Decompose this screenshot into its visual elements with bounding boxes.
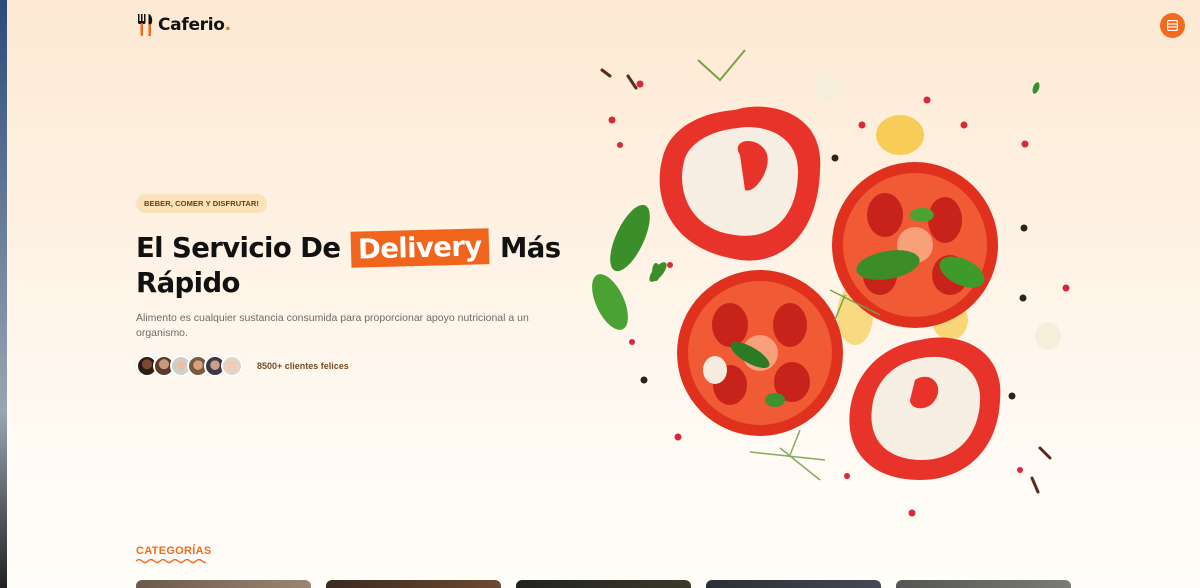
heading-underline-wave [136,558,206,564]
category-card[interactable] [326,580,501,588]
title-line2: Rápido [136,267,240,299]
menu-icon [1167,20,1178,31]
browser-edge [0,0,7,588]
clients-count: 8500+ clientes felices [257,361,349,371]
logo-text: Caferio. [158,15,231,35]
hero-section: BEBER, COMER Y DISFRUTAR! El Servicio De… [136,193,576,377]
category-card[interactable] [706,580,881,588]
category-card[interactable] [136,580,311,588]
fork-knife-icon [136,12,155,38]
avatar [221,355,243,377]
categories-heading: CATEGORÍAS [136,545,212,557]
hero-title: El Servicio De Delivery Más Rápido [136,228,576,300]
hero-description: Alimento es cualquier sustancia consumid… [136,312,529,339]
title-highlight: Delivery [350,228,490,268]
avatar-group [136,355,243,377]
title-text-2: Más [500,232,561,264]
happy-clients: 8500+ clientes felices [136,355,576,377]
hero-badge: BEBER, COMER Y DISFRUTAR! [136,194,268,213]
category-card[interactable] [516,580,691,588]
menu-button[interactable] [1160,13,1185,38]
category-card[interactable] [896,580,1071,588]
hero-food-image [580,40,1100,530]
title-text: El Servicio De [136,232,341,264]
logo[interactable]: Caferio. [136,12,231,38]
category-cards [136,580,1071,588]
